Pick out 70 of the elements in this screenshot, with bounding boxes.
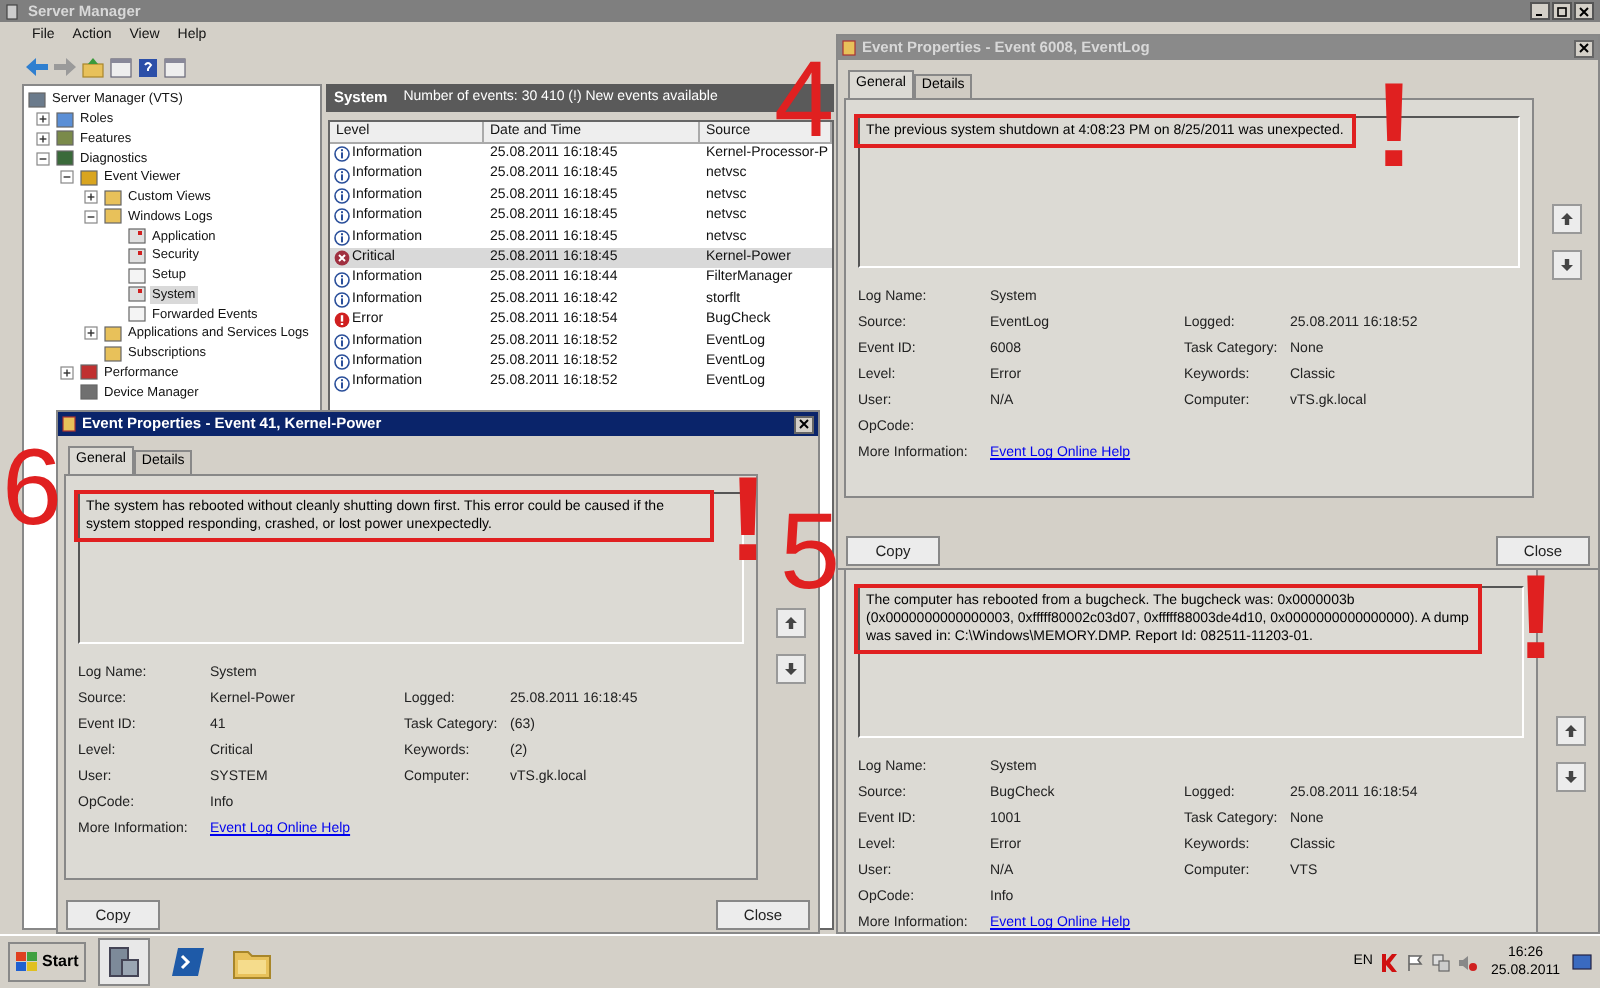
node-icon bbox=[56, 111, 74, 128]
arrow-down-icon bbox=[1560, 258, 1574, 272]
info-icon bbox=[334, 146, 350, 163]
help-icon[interactable] bbox=[138, 57, 158, 77]
antivirus-icon[interactable] bbox=[1380, 953, 1399, 971]
info-icon bbox=[334, 229, 350, 246]
arrow-down-icon bbox=[1564, 770, 1578, 784]
event-log-icon bbox=[62, 416, 76, 432]
back-icon[interactable] bbox=[26, 58, 48, 76]
close-icon bbox=[1578, 42, 1590, 54]
network-icon[interactable] bbox=[1432, 953, 1451, 971]
next-event-button[interactable] bbox=[1552, 250, 1582, 280]
info-icon bbox=[334, 208, 350, 225]
info-icon bbox=[334, 354, 350, 371]
expand-icon[interactable] bbox=[60, 365, 74, 380]
log-icon bbox=[128, 306, 146, 323]
collapse-icon[interactable] bbox=[36, 151, 50, 166]
node-icon bbox=[80, 169, 98, 186]
start-button[interactable]: Start bbox=[8, 942, 87, 982]
expand-icon[interactable] bbox=[84, 326, 98, 341]
arrow-down-icon bbox=[784, 662, 798, 676]
terminal-icon bbox=[170, 946, 207, 978]
collapse-icon[interactable] bbox=[84, 209, 98, 224]
maximize-icon bbox=[1556, 5, 1568, 17]
flag-icon[interactable] bbox=[1406, 953, 1425, 971]
error-icon bbox=[334, 312, 350, 329]
log-icon bbox=[128, 228, 146, 245]
windows-logo-icon bbox=[16, 952, 38, 972]
arrow-up-icon bbox=[784, 616, 798, 630]
log-icon bbox=[128, 286, 146, 303]
arrow-up-icon bbox=[1564, 724, 1578, 738]
event-log-icon bbox=[842, 40, 856, 56]
node-icon bbox=[56, 150, 74, 167]
previous-event-button[interactable] bbox=[776, 608, 806, 638]
maximize-button[interactable] bbox=[1552, 2, 1572, 20]
expand-icon[interactable] bbox=[84, 190, 98, 205]
minimize-button[interactable] bbox=[1530, 2, 1550, 20]
annotation-exclamation: ! bbox=[1516, 572, 1556, 662]
close-button[interactable] bbox=[794, 415, 814, 433]
collapse-icon[interactable] bbox=[60, 170, 74, 185]
folder-icon bbox=[232, 945, 273, 979]
node-icon bbox=[80, 384, 98, 401]
server-icon bbox=[106, 944, 143, 980]
log-icon bbox=[128, 267, 146, 284]
annotation-number: 6 bbox=[2, 448, 63, 528]
info-icon bbox=[334, 271, 350, 288]
arrow-up-icon bbox=[1560, 212, 1574, 226]
expand-icon[interactable] bbox=[36, 131, 50, 146]
log-icon bbox=[128, 247, 146, 264]
next-event-button[interactable] bbox=[776, 654, 806, 684]
info-icon bbox=[334, 291, 350, 308]
speaker-muted-icon[interactable] bbox=[1458, 953, 1479, 971]
info-icon bbox=[334, 375, 350, 392]
critical-icon bbox=[334, 250, 350, 267]
node-icon bbox=[80, 364, 98, 381]
close-button[interactable] bbox=[1574, 2, 1594, 20]
expand-icon[interactable] bbox=[36, 112, 50, 127]
close-icon bbox=[1578, 5, 1590, 17]
info-icon bbox=[334, 188, 350, 205]
close-icon bbox=[798, 418, 810, 430]
info-icon bbox=[334, 167, 350, 184]
node-icon bbox=[56, 130, 74, 147]
close-button[interactable] bbox=[1574, 39, 1594, 57]
taskbar-app[interactable] bbox=[98, 938, 151, 986]
next-event-button[interactable] bbox=[1556, 762, 1586, 792]
previous-event-button[interactable] bbox=[1556, 716, 1586, 746]
info-icon bbox=[334, 333, 350, 350]
previous-event-button[interactable] bbox=[1552, 204, 1582, 234]
annotation-exclamation: ! bbox=[728, 474, 768, 564]
node-icon bbox=[28, 91, 46, 108]
